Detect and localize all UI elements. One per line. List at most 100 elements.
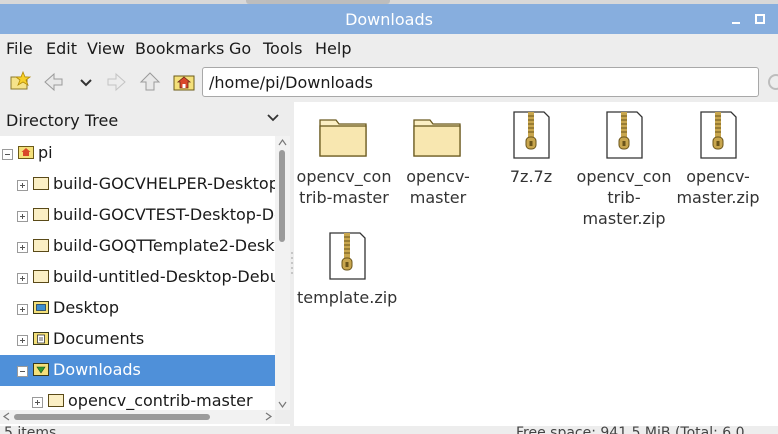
minimize-icon [732,22,740,24]
file-name-line: opencv_con [576,167,672,186]
menu-file[interactable]: File [6,39,33,58]
scroll-right-icon[interactable] [264,412,273,421]
chevron-down-icon [80,79,92,87]
directory-tree: pi build-GOCVHELPER-Desktop-Debug build-… [0,136,275,410]
new-tab-icon [10,70,32,90]
archive-icon [606,111,643,159]
archive-icon [329,232,366,280]
status-bar: 5 items Free space: 941.5 MiB (Total: 6.… [0,426,778,434]
expand-toggle[interactable] [17,273,28,284]
expand-toggle[interactable] [17,242,28,253]
tree-item-pi[interactable]: pi [0,138,275,169]
file-item-opencv-contrib-master-zip[interactable]: opencv_con trib- master.zip [574,110,674,229]
divider-grip [291,262,293,264]
menu-edit[interactable]: Edit [46,39,77,58]
collapse-toggle[interactable] [17,366,28,377]
expand-toggle[interactable] [32,397,43,408]
file-item-7z[interactable]: 7z.7z [481,110,581,187]
desktop-folder-icon [33,301,49,314]
folder-icon [33,208,49,221]
file-name-line: master.zip [676,188,760,207]
tree-item-label: build-untitled-Desktop-Debug [53,267,275,286]
file-name-line: master [409,188,467,207]
scroll-left-icon[interactable] [2,412,11,421]
menu-help[interactable]: Help [315,39,351,58]
maximize-button[interactable] [752,11,768,27]
tree-vertical-scrollbar[interactable] [275,136,290,410]
scrollbar-thumb[interactable] [14,414,210,420]
tree-horizontal-scrollbar[interactable] [0,410,275,424]
chevron-down-icon [267,114,279,122]
folder-icon [33,239,49,252]
tree-item-build-goqttemplate2[interactable]: build-GOQTTemplate2-Desktop-Debug [0,231,275,262]
folder-icon [33,270,49,283]
new-tab-button[interactable] [8,70,32,94]
tree-item-desktop[interactable]: Desktop [0,293,275,324]
tree-item-label: Downloads [53,360,141,379]
side-pane-mode-selector[interactable]: Directory Tree [0,102,290,136]
file-name-line: trib-master [299,188,389,207]
back-button[interactable] [42,70,66,94]
minimize-button[interactable] [728,11,744,27]
back-icon [44,72,63,92]
folder-icon [48,394,64,407]
folder-icon [33,177,49,190]
tree-item-documents[interactable]: Documents [0,324,275,355]
history-dropdown-button[interactable] [74,70,98,94]
expand-toggle[interactable] [17,211,28,222]
scroll-up-icon[interactable] [278,138,287,147]
go-icon [768,74,778,90]
maximize-icon [755,14,765,24]
archive-icon [700,111,737,159]
file-item-opencv-contrib-master-folder[interactable]: opencv_con trib-master [294,110,394,208]
location-bar[interactable]: /home/pi/Downloads [202,67,759,97]
file-item-opencv-master-zip[interactable]: opencv- master.zip [668,110,768,208]
expand-toggle[interactable] [17,304,28,315]
tree-item-build-gocvtest[interactable]: build-GOCVTEST-Desktop-Debug [0,200,275,231]
file-name-line: master.zip [582,209,666,228]
title-bar[interactable]: Downloads [0,4,778,34]
status-item-count: 5 items [4,425,57,434]
tree-item-label: build-GOQTTemplate2-Desktop-Debug [53,236,275,255]
divider-grip [291,252,293,254]
menu-tools[interactable]: Tools [263,39,302,58]
window-title: Downloads [345,10,433,29]
file-name-line: 7z.7z [509,167,553,186]
toolbar: /home/pi/Downloads [0,62,778,102]
directory-tree-pane: Directory Tree pi build-GOCVHELPER-Deskt… [0,102,290,434]
scroll-down-icon[interactable] [278,400,287,409]
file-icon-view[interactable]: opencv_con trib-master opencv- master 7z… [294,102,778,426]
home-folder-icon [18,146,34,159]
tree-item-build-untitled[interactable]: build-untitled-Desktop-Debug [0,262,275,293]
file-name-line: trib- [607,188,641,207]
scrollbar-corner [275,410,290,424]
menu-bookmarks[interactable]: Bookmarks [135,39,224,58]
home-icon [173,75,195,91]
forward-button[interactable] [104,70,128,94]
file-name-line: opencv- [406,167,470,186]
tree-item-opencv-contrib-master[interactable]: opencv_contrib-master [0,386,275,410]
expand-toggle[interactable] [17,335,28,346]
menu-go[interactable]: Go [229,39,251,58]
up-button[interactable] [138,70,162,94]
tree-item-downloads[interactable]: Downloads [0,355,275,386]
scrollbar-thumb[interactable] [279,150,285,242]
tree-item-label: build-GOCVTEST-Desktop-Debug [53,205,275,224]
file-item-template-zip[interactable]: template.zip [297,231,397,308]
tree-item-build-gocvhelper[interactable]: build-GOCVHELPER-Desktop-Debug [0,169,275,200]
collapse-toggle[interactable] [2,149,13,160]
divider-grip [291,267,293,269]
file-name-line: template.zip [297,288,398,307]
file-manager-window: Downloads File Edit View Bookmarks Go To… [0,0,778,434]
menu-bar: File Edit View Bookmarks Go Tools Help [0,34,778,62]
tree-item-label: pi [38,143,53,162]
location-text: /home/pi/Downloads [209,73,373,92]
folder-icon [413,119,461,157]
divider-grip [291,257,293,259]
home-button[interactable] [172,70,196,94]
menu-view[interactable]: View [87,39,125,58]
file-item-opencv-master-folder[interactable]: opencv- master [388,110,488,208]
go-button[interactable] [764,70,778,94]
file-name-line: opencv- [686,167,750,186]
expand-toggle[interactable] [17,180,28,191]
